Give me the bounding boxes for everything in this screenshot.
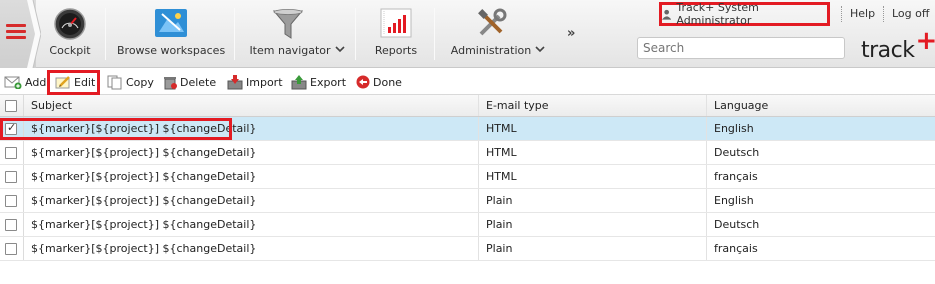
subject-cell: ${marker}[${project}] ${changeDetail} bbox=[24, 189, 479, 212]
email-type-cell: Plain bbox=[479, 189, 707, 212]
row-select-cell[interactable] bbox=[0, 141, 24, 164]
bar-chart-icon bbox=[379, 8, 413, 43]
trash-icon bbox=[164, 76, 177, 89]
nav-browse-workspaces-label: Browse workspaces bbox=[117, 44, 226, 57]
column-header-email-type[interactable]: E-mail type bbox=[479, 95, 707, 116]
row-checkbox[interactable] bbox=[5, 194, 17, 207]
nav-administration[interactable]: Administration bbox=[448, 0, 548, 68]
row-select-cell[interactable] bbox=[0, 189, 24, 212]
action-toolbar: Add Edit Copy Delete Import Export Done bbox=[0, 69, 935, 95]
language-cell: English bbox=[714, 194, 754, 207]
nav-administration-label-wrap: Administration bbox=[448, 44, 548, 57]
export-button[interactable]: Export bbox=[291, 73, 346, 91]
add-button-label: Add bbox=[25, 75, 47, 89]
header-link-separator bbox=[841, 6, 842, 22]
table-header-row: Subject E-mail type Language bbox=[0, 95, 935, 117]
done-back-icon bbox=[356, 75, 370, 89]
subject-cell: ${marker}[${project}] ${changeDetail} bbox=[24, 141, 479, 164]
import-icon bbox=[227, 74, 243, 89]
import-button[interactable]: Import bbox=[227, 73, 283, 91]
nav-cockpit-label: Cockpit bbox=[49, 44, 91, 57]
row-select-cell[interactable] bbox=[0, 165, 24, 188]
nav-item-navigator-label: Item navigator bbox=[249, 44, 331, 57]
more-menu-button[interactable]: » bbox=[567, 26, 575, 41]
table-row[interactable]: ${marker}[${project}] ${changeDetail} Pl… bbox=[0, 237, 935, 261]
top-navigation-bar: Cockpit Browse workspaces Item navigator bbox=[0, 0, 935, 68]
nav-cockpit[interactable]: Cockpit bbox=[44, 0, 96, 68]
nav-separator bbox=[234, 8, 235, 60]
header-link-separator bbox=[883, 6, 884, 22]
column-header-language[interactable]: Language bbox=[707, 95, 935, 116]
email-type-cell: HTML bbox=[479, 117, 707, 140]
table-row[interactable]: ${marker}[${project}] ${changeDetail} HT… bbox=[0, 141, 935, 165]
select-all-checkbox[interactable] bbox=[5, 99, 17, 112]
nav-chevron-divider bbox=[27, 0, 41, 68]
user-name: Track+ System Administrator bbox=[676, 1, 759, 27]
user-icon bbox=[662, 9, 672, 20]
copy-icon bbox=[107, 75, 122, 89]
language-cell: English bbox=[714, 122, 754, 135]
nav-separator bbox=[105, 8, 106, 60]
logoff-link[interactable]: Log off bbox=[892, 7, 929, 20]
done-button[interactable]: Done bbox=[356, 73, 402, 91]
user-menu[interactable]: Track+ System Administrator bbox=[659, 1, 830, 27]
export-button-label: Export bbox=[310, 75, 347, 89]
email-type-cell: Plain bbox=[479, 213, 707, 236]
workspace-icon bbox=[154, 8, 188, 41]
column-header-subject[interactable]: Subject bbox=[24, 95, 479, 116]
row-checkbox[interactable] bbox=[5, 170, 17, 183]
brand-logo-text: track bbox=[861, 38, 915, 63]
nav-browse-workspaces[interactable]: Browse workspaces bbox=[117, 0, 225, 68]
nav-item-navigator[interactable]: Item navigator bbox=[247, 0, 347, 68]
edit-highlight-box bbox=[47, 70, 100, 95]
nav-separator bbox=[355, 8, 356, 60]
subject-cell: ${marker}[${project}] ${changeDetail} bbox=[24, 165, 479, 188]
delete-button-label: Delete bbox=[180, 75, 217, 89]
row-checkbox[interactable] bbox=[5, 242, 17, 255]
language-cell: français bbox=[714, 242, 758, 255]
select-all-cell[interactable] bbox=[0, 95, 24, 116]
row-select-cell[interactable] bbox=[0, 213, 24, 236]
row-checkbox[interactable] bbox=[5, 218, 17, 231]
language-cell: Deutsch bbox=[714, 146, 760, 159]
filter-funnel-icon bbox=[272, 8, 304, 43]
copy-button-label: Copy bbox=[126, 75, 154, 89]
row-select-cell[interactable] bbox=[0, 237, 24, 260]
nav-reports[interactable]: Reports bbox=[368, 0, 424, 68]
email-type-cell: HTML bbox=[479, 165, 707, 188]
done-button-label: Done bbox=[373, 75, 402, 89]
table-row[interactable]: ${marker}[${project}] ${changeDetail} HT… bbox=[0, 165, 935, 189]
chevron-down-icon[interactable] bbox=[334, 46, 345, 53]
language-cell: français bbox=[714, 170, 758, 183]
email-type-cell: HTML bbox=[479, 141, 707, 164]
subject-cell: ${marker}[${project}] ${changeDetail} bbox=[24, 213, 479, 236]
row-checkbox[interactable] bbox=[5, 146, 17, 159]
tools-icon bbox=[475, 8, 507, 43]
nav-separator bbox=[434, 8, 435, 60]
copy-button[interactable]: Copy bbox=[107, 73, 154, 91]
help-link[interactable]: Help bbox=[850, 7, 875, 20]
email-type-cell: Plain bbox=[479, 237, 707, 260]
nav-administration-label: Administration bbox=[450, 44, 532, 57]
table-row[interactable]: ${marker}[${project}] ${changeDetail} Pl… bbox=[0, 189, 935, 213]
speedometer-icon bbox=[54, 8, 86, 43]
add-button[interactable]: Add bbox=[4, 73, 46, 91]
add-mail-icon bbox=[4, 76, 22, 89]
language-cell: Deutsch bbox=[714, 218, 760, 231]
nav-reports-label: Reports bbox=[374, 44, 418, 57]
chevron-down-icon[interactable] bbox=[535, 46, 545, 53]
nav-item-navigator-label-wrap: Item navigator bbox=[247, 44, 347, 57]
export-icon bbox=[291, 74, 307, 89]
import-button-label: Import bbox=[246, 75, 283, 89]
brand-logo: track+ bbox=[861, 26, 935, 64]
table-row[interactable]: ${marker}[${project}] ${changeDetail} Pl… bbox=[0, 213, 935, 237]
brand-logo-plus: + bbox=[915, 26, 935, 56]
subject-cell: ${marker}[${project}] ${changeDetail} bbox=[24, 237, 479, 260]
subject-highlight-box bbox=[0, 118, 232, 140]
search-input[interactable] bbox=[637, 37, 845, 59]
delete-button[interactable]: Delete bbox=[163, 73, 216, 91]
